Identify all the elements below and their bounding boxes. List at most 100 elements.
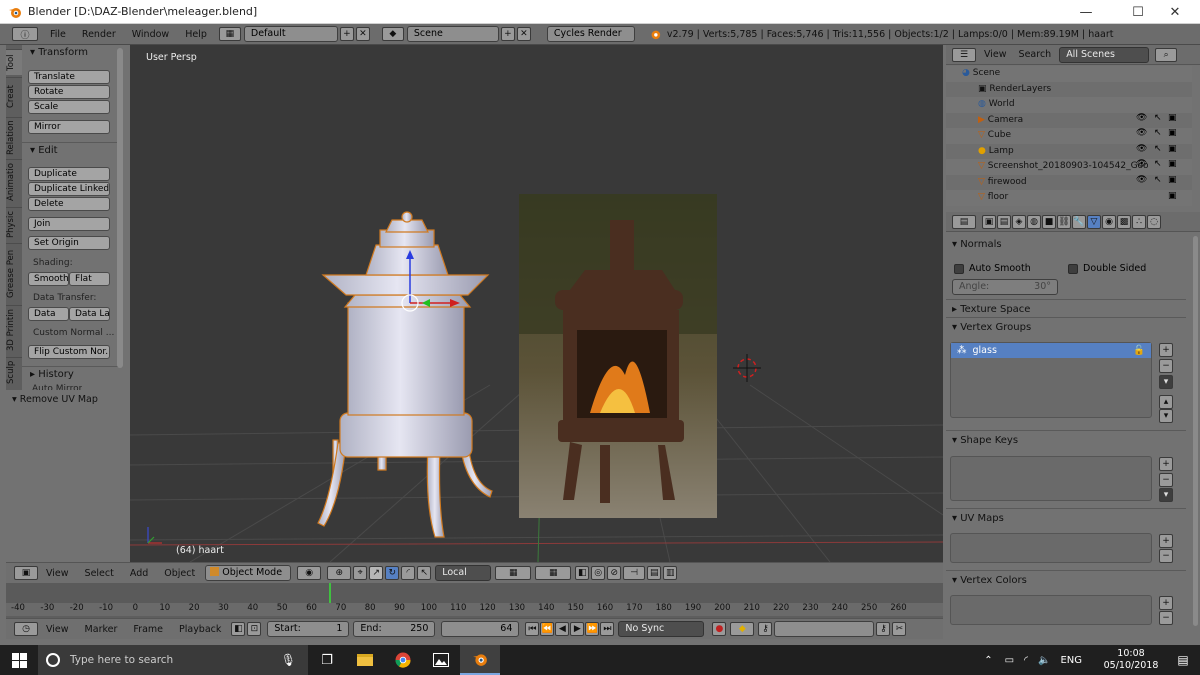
notifications-icon[interactable]: ▤ [1166,653,1200,667]
current-frame-marker[interactable] [329,583,331,603]
tab-create[interactable]: Creat [6,77,22,115]
shape-keys-list[interactable] [950,456,1152,501]
rotate-manipulator-icon[interactable]: ↻ [385,566,400,580]
world-tab-icon[interactable]: ◍ [1027,214,1041,229]
constraints-tab-icon[interactable]: ⛓ [1057,214,1071,229]
visibility-eye-icon[interactable]: 👁 [1136,113,1147,123]
remove-vertex-color-icon[interactable]: − [1159,611,1173,625]
shape-keys-panel-header[interactable]: ▾ Shape Keys [946,430,1186,450]
tab-relation[interactable]: Relation [6,117,22,157]
jump-end-icon[interactable]: ⏭ [600,622,615,636]
tab-3d-printing[interactable]: 3D Printin [6,305,22,355]
editor-type-icon-3d[interactable]: ▣ [14,566,38,580]
close-button[interactable]: ✕ [1152,0,1198,24]
custom-normal-button[interactable]: Custom Normal ... [33,328,114,338]
duplicate-button[interactable]: Duplicate [28,167,110,181]
editor-type-icon-properties[interactable]: ▤ [952,214,976,229]
texture-tab-icon[interactable]: ▩ [1117,214,1131,229]
data-layout-button[interactable]: Data La [69,307,110,321]
preview-range-icon[interactable]: ◧ [231,622,246,636]
renderable-camera-icon[interactable]: ▣ [1168,113,1177,123]
normals-panel-header[interactable]: ▾ Normals [946,235,1186,255]
transform-orientation-dropdown[interactable]: Local [435,565,492,581]
editor-type-icon-outliner[interactable]: ☰ [952,47,976,62]
delete-button[interactable]: Delete [28,197,110,211]
remove-uv-map-header[interactable]: ▾ Remove UV Map [6,392,128,408]
windows-start-icon[interactable] [0,645,38,675]
microphone-icon[interactable]: 🎙 [281,653,296,667]
keying-icon[interactable]: ⚷ [758,622,773,636]
screen-layout-icon[interactable]: ▦ [218,27,241,41]
uv-maps-list[interactable] [950,533,1152,563]
data-tab-icon[interactable]: ▽ [1087,214,1101,229]
minimize-button[interactable]: — [1063,0,1109,24]
selectable-cursor-icon[interactable]: ↖ [1154,159,1162,169]
record-icon[interactable]: ● [712,622,727,636]
proportional-edit-icon[interactable]: ◎ [591,566,606,580]
battery-icon[interactable]: ▭ [1005,655,1014,666]
tab-animation[interactable]: Animatio [6,159,22,205]
snap-element-icon[interactable]: ⊣ [623,566,646,580]
wifi-icon[interactable]: ◜ [1024,655,1028,666]
3d-viewport[interactable]: User Persp (64) haart [130,45,943,562]
vertex-groups-list[interactable]: ⁂ glass 🔓 [950,342,1152,418]
render-engine-dropdown[interactable]: Cycles Render [546,26,635,42]
remove-shape-key-icon[interactable]: − [1159,473,1173,487]
material-tab-icon[interactable]: ◉ [1102,214,1116,229]
vertex-colors-panel-header[interactable]: ▾ Vertex Colors [946,570,1186,590]
volume-icon[interactable]: 🔈 [1038,655,1050,666]
sync-mode-dropdown[interactable]: No Sync [618,621,705,637]
lock-layers-icon[interactable]: ◧ [575,566,590,580]
selectable-cursor-icon[interactable]: ↖ [1154,144,1162,154]
translate-button[interactable]: Translate [28,70,110,84]
menu-object[interactable]: Object [156,563,203,584]
menu-outliner-view[interactable]: View [976,44,1015,65]
visibility-eye-icon[interactable]: 👁 [1136,159,1147,169]
menu-playback[interactable]: Playback [171,619,229,640]
menu-marker[interactable]: Marker [77,619,126,640]
screen-layout-field[interactable]: Default [243,26,338,42]
remove-layout-icon[interactable]: ✕ [355,27,370,41]
menu-window[interactable]: Window [124,24,177,45]
smooth-button[interactable]: Smooth [28,272,69,286]
remove-uv-map-icon[interactable]: − [1159,549,1173,563]
visibility-eye-icon[interactable]: 👁 [1136,128,1147,138]
manipulator-toggle-icon[interactable]: ⌖ [353,566,368,580]
tab-grease-pencil[interactable]: Grease Pen [6,243,22,303]
pivot-point-icon[interactable]: ⊕ [327,566,352,580]
selectable-cursor-icon[interactable]: ↖ [1154,175,1162,185]
menu-select[interactable]: Select [77,563,122,584]
remove-vertex-group-icon[interactable]: − [1159,359,1173,373]
vertex-colors-list[interactable] [950,595,1152,625]
search-icon[interactable]: ⌕ [1155,47,1178,62]
add-scene-icon[interactable]: + [500,27,515,41]
renderable-camera-icon[interactable]: ▣ [1168,128,1177,138]
tab-sculpt[interactable]: Sculp [6,357,22,387]
renderable-camera-icon[interactable]: ▣ [1168,144,1177,154]
add-uv-map-icon[interactable]: + [1159,534,1173,548]
language-indicator[interactable]: ENG [1060,655,1082,666]
auto-smooth-checkbox[interactable]: Auto Smooth [954,263,1031,274]
translate-manipulator-icon[interactable]: ↗ [369,566,384,580]
add-shape-key-icon[interactable]: + [1159,457,1173,471]
texture-space-panel-header[interactable]: ▸ Texture Space [946,299,1186,319]
remove-scene-icon[interactable]: ✕ [516,27,531,41]
blender-taskbar-icon[interactable] [460,645,500,675]
mode-dropdown[interactable]: Object Mode [205,565,292,581]
scale-tool-icon[interactable]: ↖ [417,566,432,580]
duplicate-linked-button[interactable]: Duplicate Linked [28,182,110,196]
uv-maps-panel-header[interactable]: ▾ UV Maps [946,508,1186,528]
add-layout-icon[interactable]: + [339,27,354,41]
add-vertex-color-icon[interactable]: + [1159,596,1173,610]
renderable-camera-icon[interactable]: ▣ [1168,175,1177,185]
edit-panel-header[interactable]: ▾ Edit [22,142,122,158]
history-panel-header[interactable]: ▸ History [22,366,122,382]
end-frame-field[interactable]: End: 250 [353,621,436,637]
flip-custom-normals-button[interactable]: Flip Custom Nor... [28,345,110,359]
chrome-icon[interactable] [384,652,422,668]
transform-panel-header[interactable]: ▾ Transform [22,45,122,61]
menu-add[interactable]: Add [122,563,156,584]
outliner-filter-dropdown[interactable]: All Scenes [1059,46,1150,63]
scale-manipulator-icon[interactable]: ◜ [401,566,416,580]
properties-scrollbar[interactable] [1193,236,1198,626]
